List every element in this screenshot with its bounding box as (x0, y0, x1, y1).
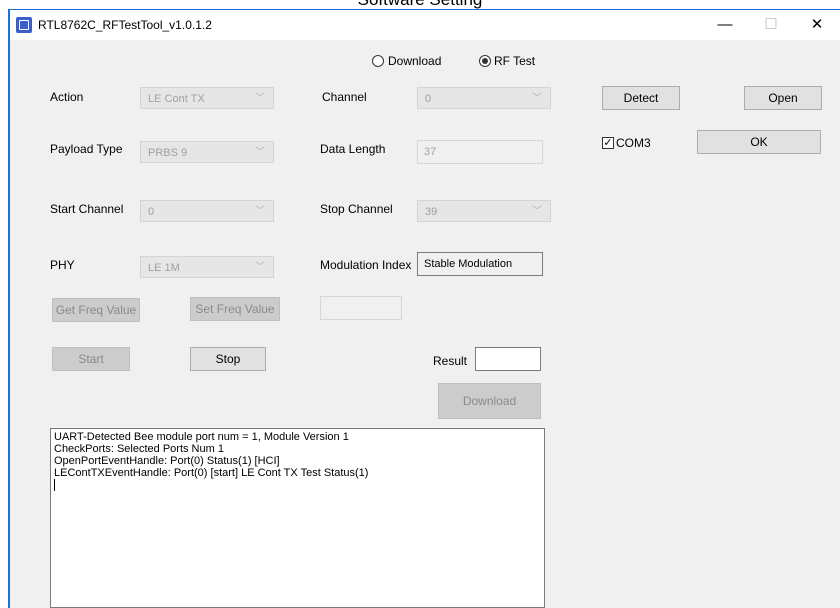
checkmark-icon: ✓ (603, 137, 613, 149)
chevron-down-icon: ﹀ (255, 262, 265, 273)
download-mode-label: Download (388, 54, 442, 68)
phy-value: LE 1M (148, 262, 180, 274)
phy-label: PHY (50, 258, 75, 272)
com3-checkbox[interactable]: ✓ (602, 137, 614, 149)
com3-label: COM3 (616, 136, 651, 150)
rf-test-mode-radio[interactable] (479, 55, 491, 67)
payload-type-value: PRBS 9 (148, 147, 188, 159)
action-label: Action (50, 90, 84, 104)
start-channel-value: 0 (148, 206, 155, 218)
data-length-value: 37 (424, 146, 437, 158)
result-field[interactable] (475, 347, 541, 371)
chevron-down-icon: ﹀ (532, 93, 542, 104)
stop-button[interactable]: Stop (190, 347, 266, 371)
set-freq-value-button[interactable]: Set Freq Value (190, 297, 280, 321)
data-length-label: Data Length (320, 142, 386, 156)
log-line: UART-Detected Bee module port num = 1, M… (54, 431, 349, 443)
get-freq-value-button[interactable]: Get Freq Value (52, 298, 140, 322)
channel-value: 0 (425, 93, 432, 105)
start-button[interactable]: Start (52, 347, 130, 371)
minimize-button[interactable]: — (702, 10, 748, 40)
data-length-field[interactable]: 37 (417, 140, 543, 164)
chevron-down-icon: ﹀ (255, 147, 265, 158)
maximize-button[interactable]: ☐ (748, 10, 794, 40)
log-output[interactable]: UART-Detected Bee module port num = 1, M… (50, 428, 545, 608)
payload-type-select[interactable]: PRBS 9 ﹀ (140, 141, 274, 163)
start-channel-select[interactable]: 0 ﹀ (140, 200, 274, 222)
stop-channel-value: 39 (425, 206, 438, 218)
freq-value-field[interactable] (320, 296, 402, 320)
chevron-down-icon: ﹀ (532, 206, 542, 217)
modulation-index-field: Stable Modulation (417, 252, 543, 276)
log-line: OpenPortEventHandle: Port(0) Status(1) [… (54, 455, 280, 467)
stop-channel-label: Stop Channel (320, 202, 393, 216)
stop-channel-select[interactable]: 39 ﹀ (417, 200, 551, 222)
action-select[interactable]: LE Cont TX ﹀ (140, 87, 274, 109)
result-label: Result (433, 354, 468, 368)
app-window: RTL8762C_RFTestTool_v1.0.1.2 — ☐ ✕ Downl… (8, 9, 840, 608)
download-button[interactable]: Download (438, 383, 541, 419)
start-channel-label: Start Channel (50, 202, 124, 216)
download-mode-radio[interactable] (372, 55, 384, 67)
modulation-index-label: Modulation Index (320, 258, 412, 272)
close-button[interactable]: ✕ (794, 10, 840, 40)
rf-test-mode-label: RF Test (494, 54, 536, 68)
window-title: RTL8762C_RFTestTool_v1.0.1.2 (38, 18, 212, 32)
detect-button[interactable]: Detect (602, 86, 680, 110)
ok-button[interactable]: OK (697, 130, 821, 154)
payload-type-label: Payload Type (50, 142, 123, 156)
action-value: LE Cont TX (148, 93, 205, 105)
title-bar[interactable]: RTL8762C_RFTestTool_v1.0.1.2 — ☐ ✕ (10, 10, 840, 40)
modulation-index-value: Stable Modulation (424, 258, 513, 270)
channel-select[interactable]: 0 ﹀ (417, 87, 551, 109)
log-line: LEContTXEventHandle: Port(0) [start] LE … (54, 467, 369, 479)
channel-label: Channel (322, 90, 367, 104)
text-caret (54, 479, 541, 494)
log-line: CheckPorts: Selected Ports Num 1 (54, 443, 224, 455)
app-logo-icon (16, 17, 32, 33)
chevron-down-icon: ﹀ (255, 206, 265, 217)
phy-select[interactable]: LE 1M ﹀ (140, 256, 274, 278)
chevron-down-icon: ﹀ (255, 93, 265, 104)
open-button[interactable]: Open (744, 86, 822, 110)
